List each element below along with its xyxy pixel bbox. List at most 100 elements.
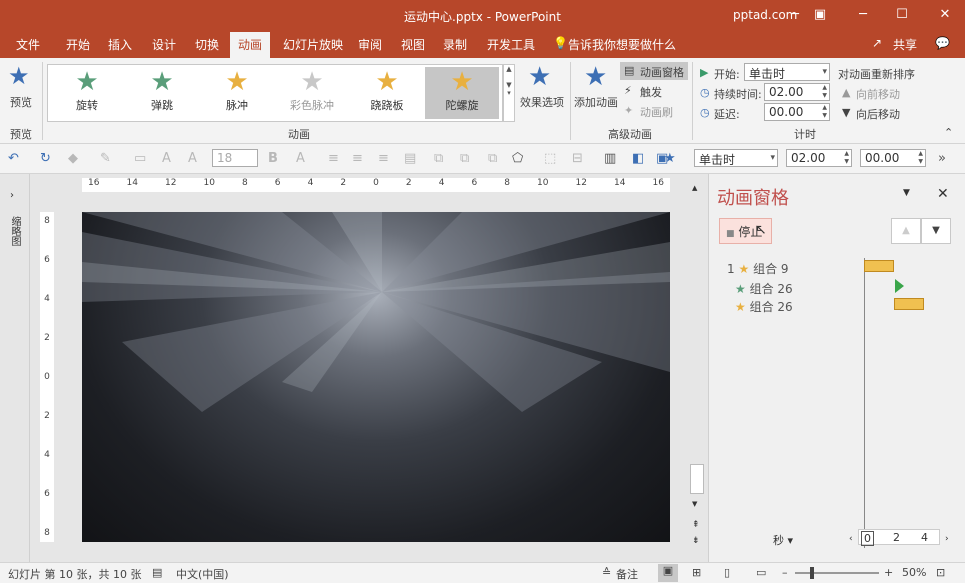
ribbon-display-button[interactable]: ▣ — [805, 4, 835, 26]
textbox-icon[interactable]: ▭ — [134, 151, 146, 166]
add-animation-button[interactable]: 添加动画 — [574, 94, 618, 110]
font-shrink-icon[interactable]: A — [188, 151, 197, 166]
anim-pane-button[interactable]: 动画窗格 — [640, 64, 684, 80]
thumbs-label[interactable]: 缩略图 — [8, 216, 22, 246]
redo-icon[interactable]: ↻ — [40, 151, 51, 166]
select-icon[interactable]: ⬚ — [544, 151, 556, 166]
font-grow-icon[interactable]: A — [162, 151, 171, 166]
quick-start-select[interactable]: 单击时 ▾ — [694, 149, 778, 167]
shape-icon[interactable]: ⬠ — [512, 151, 523, 166]
spinner-arrows-icon[interactable]: ▲ ▼ — [844, 150, 849, 166]
vertical-scrollbar[interactable]: ▲ ▼ ⇞ ⇟ — [690, 184, 704, 554]
tab-file[interactable]: 文件 — [16, 36, 40, 53]
scroll-up-icon[interactable]: ▲ — [692, 184, 697, 192]
anim-list-item[interactable]: ★ 组合 26 — [735, 280, 793, 297]
gallery-item-teeter[interactable]: ★ 跷跷板 — [350, 67, 424, 119]
spinner-arrows-icon[interactable]: ▲ ▼ — [918, 150, 923, 166]
trigger-button[interactable]: 触发 — [640, 84, 662, 100]
zoom-out-button[interactable]: – — [782, 566, 788, 579]
tab-view[interactable]: 视图 — [401, 36, 425, 53]
tell-me-search[interactable]: 告诉我你想要做什么 — [568, 36, 676, 53]
start-select[interactable]: 单击时 ▾ — [744, 63, 830, 81]
slide-canvas[interactable] — [82, 212, 670, 542]
align-right-icon[interactable]: ≡ — [378, 151, 389, 166]
timeline-scroll-right-icon[interactable]: › — [945, 534, 949, 544]
ungroup-icon[interactable]: ⧉ — [460, 151, 469, 166]
gallery-item-bounce[interactable]: ★ 弹跳 — [125, 67, 199, 119]
timeline-scroll-left-icon[interactable]: ‹ — [849, 534, 853, 544]
scroll-thumb[interactable] — [690, 464, 704, 494]
gallery-item-spinner[interactable]: ★ 陀螺旋 — [425, 67, 499, 119]
quick-duration-input[interactable]: 02.00 ▲ ▼ — [786, 149, 852, 167]
preview-button[interactable]: 预览 — [10, 94, 32, 110]
tab-transitions[interactable]: 切换 — [195, 36, 219, 53]
anim-list-item[interactable]: ★ 组合 26 — [735, 298, 793, 315]
undo-icon[interactable]: ↶ — [8, 151, 19, 166]
scroll-down-icon[interactable]: ▼ — [692, 500, 697, 508]
language-indicator[interactable]: 中文(中国) — [176, 566, 229, 582]
zoom-in-button[interactable]: + — [884, 566, 893, 579]
duration-input[interactable]: 02.00 ▲ ▼ — [764, 83, 830, 101]
collapse-ribbon-icon[interactable]: ⌃ — [944, 126, 953, 139]
anim-painter-button[interactable]: 动画刷 — [640, 104, 673, 120]
gallery-item-pulse[interactable]: ★ 脉冲 — [200, 67, 274, 119]
anim-list-item[interactable]: 1 ★ 组合 9 — [727, 260, 789, 277]
reading-view-button[interactable]: ▯ — [724, 566, 730, 579]
timeline-bar[interactable] — [864, 260, 894, 272]
move-up-button[interactable]: ▲ — [891, 218, 921, 244]
effect-options-icon[interactable]: ★ — [528, 62, 551, 92]
tab-insert[interactable]: 插入 — [108, 36, 132, 53]
bold-icon[interactable]: B — [268, 151, 278, 166]
zoom-level[interactable]: 50% — [902, 566, 926, 579]
move-later-button[interactable]: 向后移动 — [856, 106, 900, 122]
comments-icon[interactable]: 💬 — [935, 36, 950, 50]
close-pane-icon[interactable]: ✕ — [937, 186, 949, 202]
zoom-slider-thumb[interactable] — [810, 567, 814, 579]
animation-star-icon[interactable]: ★ — [664, 151, 676, 166]
restore-button[interactable]: ☐ — [887, 4, 917, 26]
gallery-item-color-pulse[interactable]: ★ 彩色脉冲 — [275, 67, 349, 119]
next-slide-icon[interactable]: ⇟ — [692, 536, 700, 546]
timeline-bar[interactable] — [894, 298, 924, 310]
delay-input[interactable]: 00.00 ▲ ▼ — [764, 103, 830, 121]
share-button[interactable]: 共享 — [893, 36, 917, 53]
sorter-view-button[interactable]: ⊞ — [692, 566, 701, 579]
format-painter-icon[interactable]: ◆ — [68, 151, 78, 166]
slideshow-view-button[interactable]: ▭ — [756, 566, 766, 579]
fit-to-window-icon[interactable]: ⊡ — [936, 566, 945, 579]
fill-icon[interactable]: ◧ — [632, 151, 644, 166]
tab-record[interactable]: 录制 — [443, 36, 467, 53]
align-left-icon[interactable]: ≡ — [328, 151, 339, 166]
move-down-button[interactable]: ▼ — [921, 218, 951, 244]
group-icon[interactable]: ⧉ — [434, 151, 443, 166]
gallery-scroll[interactable]: ▲ ▼ ▾ — [503, 64, 515, 122]
preview-star-icon[interactable]: ★ — [8, 62, 30, 90]
minimize-window-button[interactable]: ─ — [848, 4, 878, 26]
tab-review[interactable]: 审阅 — [358, 36, 382, 53]
gallery-item-spin[interactable]: ★ 旋转 — [50, 67, 124, 119]
tab-animations[interactable]: 动画 — [230, 32, 271, 58]
normal-view-button[interactable]: ▣ — [658, 564, 678, 582]
seconds-menu[interactable]: 秒 ▾ — [773, 532, 793, 548]
spinner-arrows-icon[interactable]: ▲ ▼ — [822, 104, 827, 120]
add-animation-icon[interactable]: ★ — [584, 62, 607, 92]
notes-button[interactable]: 备注 — [616, 566, 638, 582]
font-color-icon[interactable]: A — [296, 151, 305, 166]
tab-slideshow[interactable]: 幻灯片放映 — [283, 36, 343, 53]
accessibility-icon[interactable]: ▤ — [152, 566, 162, 579]
layers-icon[interactable]: ▥ — [604, 151, 616, 166]
align-icon[interactable]: ⊟ — [572, 151, 583, 166]
font-size-select[interactable]: 18 — [212, 149, 258, 167]
pen-icon[interactable]: ✎ — [100, 151, 111, 166]
thumbnails-strip[interactable]: › 缩略图 — [0, 174, 30, 562]
effect-options-button[interactable]: 效果选项 — [520, 94, 564, 110]
more-icon[interactable]: » — [938, 151, 946, 166]
move-earlier-button[interactable]: 向前移动 — [856, 86, 900, 102]
timeline-trigger-marker[interactable] — [895, 279, 904, 293]
align-center-icon[interactable]: ≡ — [352, 151, 363, 166]
zoom-slider-track[interactable] — [795, 572, 879, 574]
prev-slide-icon[interactable]: ⇞ — [692, 520, 700, 530]
tab-design[interactable]: 设计 — [152, 36, 176, 53]
tab-home[interactable]: 开始 — [66, 36, 90, 53]
quick-delay-input[interactable]: 00.00 ▲ ▼ — [860, 149, 926, 167]
